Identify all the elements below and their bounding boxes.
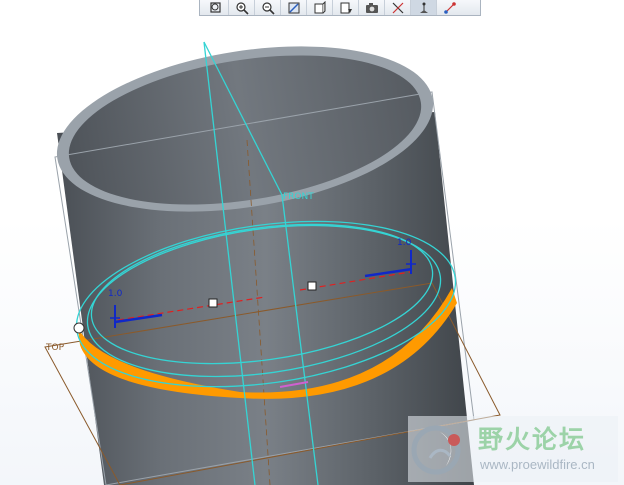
camera-button[interactable] [359,0,385,15]
view-toolbar [199,0,481,16]
zoom-out-icon [261,1,275,15]
top-plane-label: TOP [45,343,65,353]
watermark-title: 野火论坛 [478,425,587,454]
repaint-icon [288,2,299,13]
dimension-left: 1.0 [108,289,123,299]
drag-handle-right [307,281,317,291]
watermark: 野火论坛 www.proewildfire.cn [408,416,618,482]
zoom-out-button[interactable] [255,0,281,15]
drag-handle-left [208,298,218,308]
front-plane-label: FRONT [283,192,314,202]
datum-axis-icon [392,2,403,13]
datum-axis-button[interactable] [385,0,411,15]
display-style-icon [314,0,325,13]
datum-csys-icon [444,1,456,14]
watermark-logo-icon [411,425,461,475]
saved-view-icon [340,2,352,13]
zoom-in-button[interactable] [229,0,255,15]
watermark-url: www.proewildfire.cn [480,457,595,472]
dimension-right: 1.0 [397,238,412,248]
datum-csys-button[interactable] [437,0,463,15]
vertex-point [73,322,85,334]
refit-button[interactable] [203,0,229,15]
datum-point-button[interactable] [411,0,437,15]
display-style-button[interactable] [307,0,333,15]
graphics-window[interactable]: FRONT TOP 1.0 1.0 野火论坛 www.proewildfire.… [0,0,624,485]
repaint-button[interactable] [281,0,307,15]
model-scene[interactable]: FRONT TOP 1.0 1.0 [0,0,624,485]
refit-icon [209,1,221,13]
zoom-in-icon [235,1,249,15]
datum-point-icon [419,2,428,13]
saved-view-button[interactable] [333,0,359,15]
camera-icon [365,2,378,13]
